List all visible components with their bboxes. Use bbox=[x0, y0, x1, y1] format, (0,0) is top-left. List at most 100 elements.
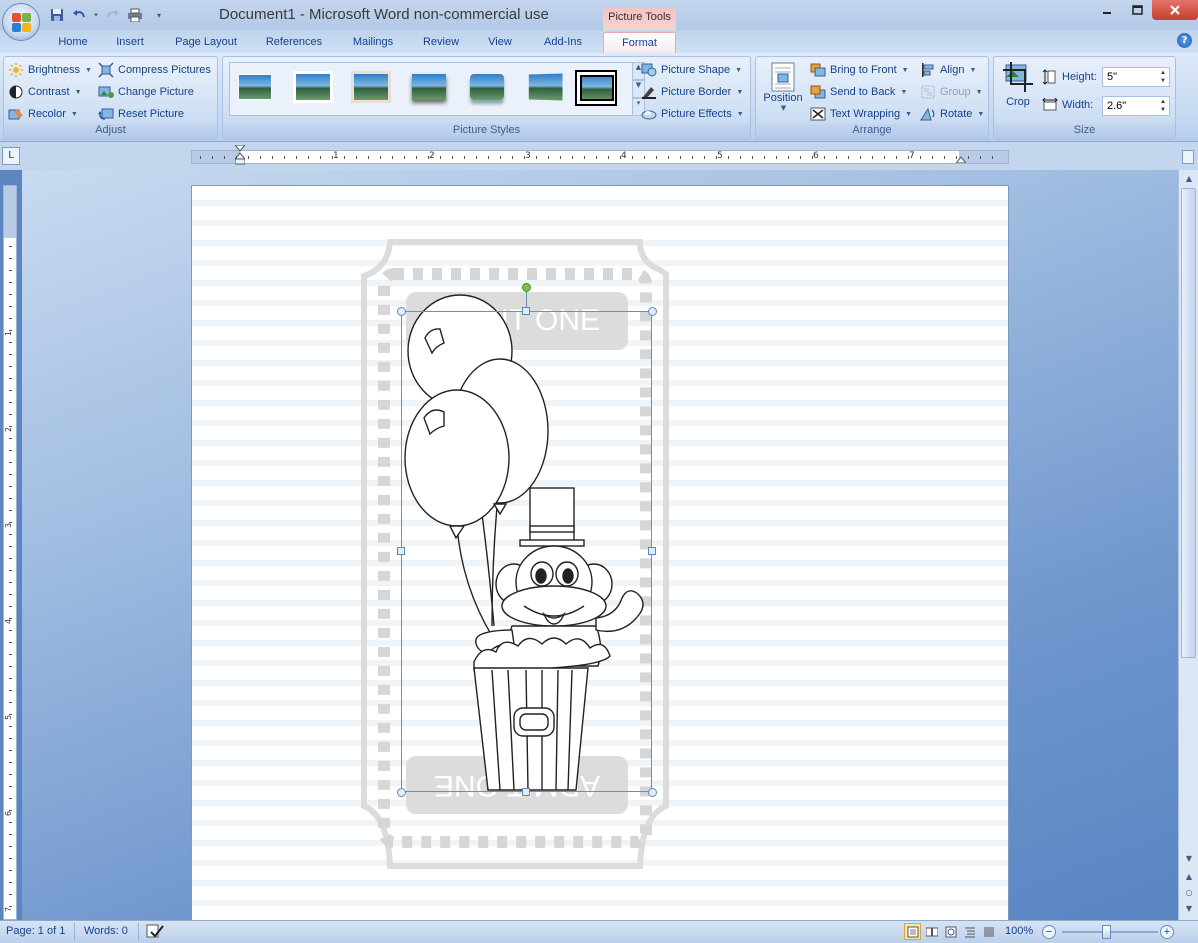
tab-review[interactable]: Review bbox=[416, 34, 466, 53]
picture-style-thumb[interactable] bbox=[466, 70, 508, 106]
draft-icon[interactable] bbox=[980, 923, 997, 940]
office-button[interactable] bbox=[2, 3, 40, 41]
picture-style-thumb[interactable] bbox=[234, 70, 276, 106]
picture-border-button[interactable]: Picture Border ▼ bbox=[641, 82, 743, 102]
ruler-tick bbox=[9, 510, 12, 511]
undo-dropdown-icon[interactable]: ▾ bbox=[92, 6, 100, 24]
proofing-icon[interactable] bbox=[146, 923, 164, 942]
resize-handle-icon[interactable] bbox=[522, 788, 530, 796]
height-input[interactable]: 5" ▲ ▼ bbox=[1102, 67, 1170, 87]
contrast-button[interactable]: Contrast ▼ bbox=[8, 82, 82, 102]
width-input[interactable]: 2.6" ▲ ▼ bbox=[1102, 96, 1170, 116]
tab-selector-button[interactable]: L bbox=[2, 147, 20, 165]
bring-to-front-button[interactable]: Bring to Front ▼ bbox=[810, 60, 909, 80]
height-spinner-icon[interactable]: ▲ ▼ bbox=[1158, 69, 1168, 85]
browse-object-icon[interactable]: ○ bbox=[1182, 886, 1196, 900]
ruler-tick bbox=[608, 156, 609, 159]
picture-style-thumb-selected[interactable] bbox=[575, 70, 617, 106]
zoom-in-icon[interactable]: + bbox=[1160, 925, 1174, 939]
tab-references[interactable]: References bbox=[258, 34, 330, 53]
text-wrapping-icon bbox=[810, 106, 826, 122]
picture-tools-label: Picture Tools bbox=[603, 8, 676, 30]
scroll-thumb[interactable] bbox=[1181, 188, 1196, 658]
zoom-out-icon[interactable]: − bbox=[1042, 925, 1056, 939]
print-layout-icon[interactable] bbox=[904, 923, 921, 940]
ruler-tick bbox=[9, 786, 12, 787]
status-separator bbox=[138, 923, 139, 941]
scroll-up-icon[interactable]: ▲ bbox=[1182, 172, 1196, 186]
zoom-slider-thumb[interactable] bbox=[1102, 925, 1111, 939]
resize-handle-icon[interactable] bbox=[397, 788, 406, 797]
tab-home[interactable]: Home bbox=[50, 34, 96, 53]
position-button[interactable]: Position ▼ bbox=[760, 60, 806, 122]
crop-button[interactable]: Crop bbox=[998, 60, 1038, 120]
picture-selection-frame[interactable] bbox=[401, 311, 652, 792]
print-icon[interactable] bbox=[126, 6, 144, 24]
text-wrapping-button[interactable]: Text Wrapping ▼ bbox=[810, 104, 912, 124]
ruler-tick bbox=[9, 318, 12, 319]
next-page-icon[interactable]: ▼ bbox=[1182, 902, 1196, 916]
recolor-icon bbox=[8, 106, 24, 122]
view-ruler-button[interactable] bbox=[1182, 150, 1194, 164]
redo-icon[interactable] bbox=[104, 6, 122, 24]
help-icon[interactable]: ? bbox=[1177, 33, 1192, 48]
picture-style-thumb[interactable] bbox=[292, 70, 334, 106]
send-to-back-button[interactable]: Send to Back ▼ bbox=[810, 82, 907, 102]
ruler-tick bbox=[692, 156, 693, 159]
right-indent-marker-icon[interactable] bbox=[954, 153, 968, 166]
horizontal-ruler[interactable]: 1 2 3 4 5 6 7 bbox=[191, 144, 1009, 166]
save-icon[interactable] bbox=[48, 6, 66, 24]
ruler-tick bbox=[9, 606, 12, 607]
full-screen-reading-icon[interactable] bbox=[923, 923, 940, 940]
resize-handle-icon[interactable] bbox=[648, 547, 656, 555]
resize-handle-icon[interactable] bbox=[397, 547, 405, 555]
compress-pictures-button[interactable]: Compress Pictures bbox=[98, 60, 211, 80]
resize-handle-icon[interactable] bbox=[648, 307, 657, 316]
customize-qat-icon[interactable]: ▾ bbox=[154, 6, 164, 24]
reset-picture-button[interactable]: Reset Picture bbox=[98, 104, 184, 124]
previous-page-icon[interactable]: ▲ bbox=[1182, 870, 1196, 884]
brightness-button[interactable]: Brightness ▼ bbox=[8, 60, 92, 80]
maximize-button[interactable] bbox=[1122, 0, 1152, 20]
tab-format[interactable]: Format bbox=[603, 32, 676, 54]
document-page[interactable]: ADMIT ONE ADMIT ONE bbox=[191, 185, 1009, 920]
ruler-tick bbox=[9, 450, 12, 451]
rotate-button[interactable]: Rotate ▼ bbox=[920, 104, 984, 124]
vertical-scrollbar[interactable]: ▲ ▼ ▲ ○ ▼ bbox=[1178, 170, 1198, 920]
tab-page-layout[interactable]: Page Layout bbox=[166, 34, 246, 53]
rotate-handle-icon[interactable] bbox=[522, 283, 531, 292]
width-icon bbox=[1042, 97, 1058, 113]
tab-add-ins[interactable]: Add-Ins bbox=[533, 34, 593, 53]
minimize-button[interactable] bbox=[1092, 0, 1122, 20]
group-button[interactable]: Group ▼ bbox=[920, 82, 983, 102]
tab-mailings[interactable]: Mailings bbox=[343, 34, 403, 53]
tab-insert[interactable]: Insert bbox=[108, 34, 152, 53]
ruler-tick bbox=[968, 156, 969, 159]
resize-handle-icon[interactable] bbox=[522, 307, 530, 315]
scroll-down-icon[interactable]: ▼ bbox=[1182, 852, 1196, 866]
width-spinner-icon[interactable]: ▲ ▼ bbox=[1158, 98, 1168, 114]
picture-style-thumb[interactable] bbox=[408, 70, 450, 106]
ruler-tick bbox=[212, 156, 213, 159]
web-layout-icon[interactable] bbox=[942, 923, 959, 940]
recolor-button[interactable]: Recolor ▼ bbox=[8, 104, 78, 124]
vertical-ruler[interactable]: 1 2 3 4 5 6 7 bbox=[3, 185, 17, 920]
picture-effects-button[interactable]: Picture Effects ▼ bbox=[641, 104, 744, 124]
picture-style-thumb[interactable] bbox=[524, 70, 566, 106]
close-button[interactable] bbox=[1152, 0, 1198, 20]
align-icon bbox=[920, 62, 936, 78]
word-count[interactable]: Words: 0 bbox=[84, 925, 128, 937]
zoom-level[interactable]: 100% bbox=[1005, 925, 1033, 937]
resize-handle-icon[interactable] bbox=[397, 307, 406, 316]
change-picture-button[interactable]: Change Picture bbox=[98, 82, 194, 102]
tab-view[interactable]: View bbox=[479, 34, 521, 53]
picture-style-thumb[interactable] bbox=[350, 70, 392, 106]
page-count[interactable]: Page: 1 of 1 bbox=[6, 925, 65, 937]
resize-handle-icon[interactable] bbox=[648, 788, 657, 797]
ruler-tick bbox=[392, 156, 393, 159]
align-button[interactable]: Align ▼ bbox=[920, 60, 976, 80]
caret-icon: ▼ bbox=[84, 66, 92, 74]
picture-shape-button[interactable]: Picture Shape ▼ bbox=[641, 60, 742, 80]
outline-icon[interactable] bbox=[961, 923, 978, 940]
undo-icon[interactable] bbox=[70, 6, 88, 24]
